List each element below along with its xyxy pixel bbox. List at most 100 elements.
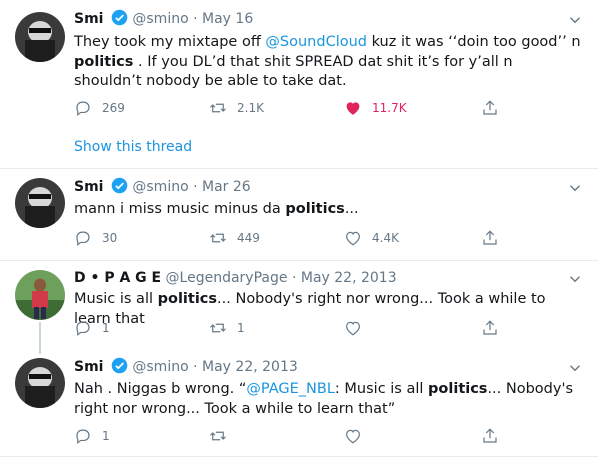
- avatar-photo-smino: [15, 12, 65, 62]
- retweet-count: 449: [237, 231, 260, 245]
- share-button[interactable]: [481, 98, 499, 118]
- retweet-button[interactable]: 1: [209, 318, 245, 338]
- heart-icon: [346, 102, 360, 115]
- avatar[interactable]: [15, 178, 65, 228]
- verified-badge-icon: [111, 177, 128, 200]
- like-count: 11.7K: [372, 101, 407, 115]
- verified-badge-icon: [111, 357, 128, 380]
- mention-link[interactable]: @SoundCloud: [265, 34, 367, 50]
- tweet-text-segment: ...: [344, 201, 359, 217]
- share-icon: [483, 428, 497, 443]
- tweet-text-segment: : Music is all: [334, 381, 429, 397]
- chevron-down-icon[interactable]: [566, 11, 584, 29]
- retweet-icon: [210, 323, 226, 333]
- retweet-button[interactable]: 449: [209, 228, 260, 248]
- reply-icon: [76, 231, 90, 246]
- share-icon: [483, 320, 497, 335]
- action-bar: 1: [74, 426, 504, 446]
- highlight-term: politics: [157, 291, 218, 307]
- separator-dot: ·: [193, 179, 198, 195]
- reply-icon: [76, 321, 90, 336]
- retweet-icon: [210, 233, 226, 243]
- display-name[interactable]: Smi: [74, 11, 103, 27]
- heart-icon: [346, 231, 360, 246]
- divider: [0, 168, 598, 169]
- tweet-header: Smi @smino · May 22, 2013: [74, 357, 298, 377]
- chevron-down-icon[interactable]: [566, 359, 584, 377]
- retweet-button[interactable]: [209, 426, 237, 446]
- separator-dot: ·: [193, 11, 198, 27]
- reply-icon: [76, 101, 90, 116]
- separator-dot: ·: [291, 270, 297, 286]
- display-name[interactable]: Smi: [74, 179, 103, 195]
- heart-icon: [346, 429, 360, 444]
- thread-connector-line: [39, 322, 41, 354]
- tweet-text: They took my mixtape off @SoundCloud kuz…: [74, 33, 584, 92]
- avatar[interactable]: [15, 358, 65, 408]
- timestamp[interactable]: May 22, 2013: [202, 359, 298, 375]
- reply-count: 269: [102, 101, 125, 115]
- reply-button[interactable]: 269: [74, 98, 125, 118]
- retweet-button[interactable]: 2.1K: [209, 98, 264, 118]
- reply-count: 1: [102, 321, 110, 335]
- heart-icon: [346, 321, 360, 336]
- tweet-text-segment: . If you DL’d that shit SPREAD dat shit …: [74, 53, 513, 90]
- tweet-header: D • P A G E @LegendaryPage · May 22, 201…: [74, 268, 397, 288]
- like-button[interactable]: 4.4K: [344, 228, 399, 248]
- share-button[interactable]: [481, 318, 499, 338]
- avatar[interactable]: [15, 270, 65, 320]
- timestamp[interactable]: May 22, 2013: [301, 270, 397, 286]
- tweet-text-segment: mann i miss music minus da: [74, 201, 286, 217]
- timestamp[interactable]: Mar 26: [202, 179, 251, 195]
- share-button[interactable]: [481, 228, 499, 248]
- chevron-down-icon[interactable]: [566, 179, 584, 197]
- reply-button[interactable]: 30: [74, 228, 117, 248]
- avatar-photo-smino: [15, 178, 65, 228]
- avatar[interactable]: [15, 12, 65, 62]
- highlight-term: politics: [285, 201, 345, 217]
- retweet-count: 1: [237, 321, 245, 335]
- tweet-text: mann i miss music minus da politics...: [74, 200, 584, 220]
- divider: [0, 260, 598, 261]
- reply-icon: [76, 429, 90, 444]
- tweet-text-segment: kuz it was ‘‘doin too good’’ n: [367, 34, 581, 50]
- tweet-text-segment: Nah . Niggas b wrong. “: [74, 381, 247, 397]
- tweet-header: Smi @smino · Mar 26: [74, 177, 251, 197]
- like-button[interactable]: [344, 426, 372, 446]
- separator-dot: ·: [193, 359, 198, 375]
- divider: [0, 456, 598, 457]
- handle[interactable]: @LegendaryPage: [166, 270, 288, 286]
- display-name[interactable]: Smi: [74, 359, 103, 375]
- avatar-photo-smino: [15, 358, 65, 408]
- highlight-term: politics: [428, 381, 488, 397]
- share-icon: [483, 230, 497, 245]
- timestamp[interactable]: May 16: [202, 11, 253, 27]
- display-name[interactable]: D • P A G E: [74, 270, 161, 286]
- handle[interactable]: @smino: [132, 359, 188, 375]
- reply-count: 1: [102, 429, 110, 443]
- tweet-text-segment: Music is all: [74, 291, 158, 307]
- share-button[interactable]: [481, 426, 499, 446]
- like-button[interactable]: [344, 318, 372, 338]
- action-bar: 1 1: [74, 318, 504, 338]
- tweet-text-segment: They took my mixtape off: [74, 34, 266, 50]
- reply-button[interactable]: 1: [74, 426, 110, 446]
- show-thread-link[interactable]: Show this thread: [74, 139, 192, 155]
- like-button[interactable]: 11.7K: [344, 98, 407, 118]
- retweet-icon: [210, 431, 226, 441]
- action-bar: 269 2.1K 11.7K: [74, 98, 504, 118]
- handle[interactable]: @smino: [132, 179, 188, 195]
- tweet-header: Smi @smino · May 16: [74, 9, 253, 29]
- like-count: 4.4K: [372, 231, 399, 245]
- action-bar: 30 449 4.4K: [74, 228, 504, 248]
- highlight-term: politics: [74, 53, 134, 70]
- reply-button[interactable]: 1: [74, 318, 110, 338]
- reply-count: 30: [102, 231, 118, 245]
- verified-badge-icon: [111, 9, 128, 32]
- mention-link[interactable]: @PAGE_NBL: [246, 381, 335, 397]
- chevron-down-icon[interactable]: [566, 270, 584, 288]
- retweet-count: 2.1K: [237, 101, 264, 115]
- handle[interactable]: @smino: [132, 11, 188, 27]
- retweet-icon: [210, 103, 226, 113]
- tweet-text: Nah . Niggas b wrong. “@PAGE_NBL: Music …: [74, 380, 584, 419]
